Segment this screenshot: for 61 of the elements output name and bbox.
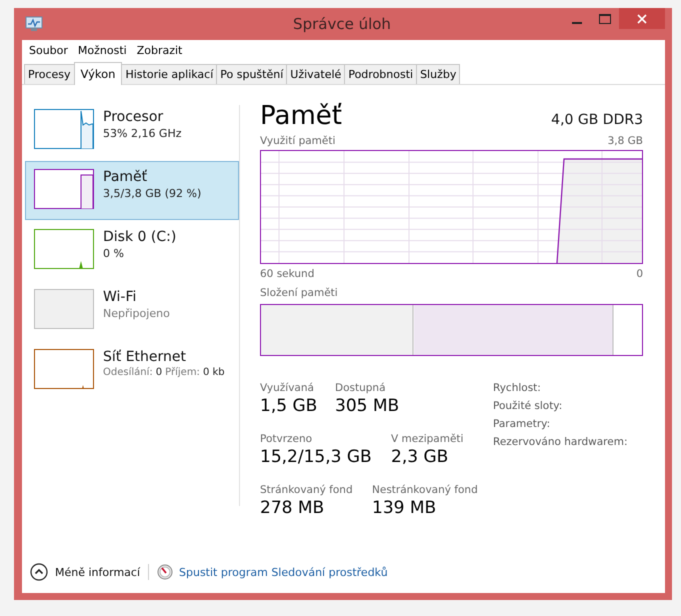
item-value: 0 kb xyxy=(202,367,225,378)
item-label: Příjem: xyxy=(165,367,200,378)
graph-label: Složení paměti xyxy=(260,287,338,301)
sidebar-item[interactable]: Síť Ethernet Odesílání: 0 Příjem: 0 kb xyxy=(25,341,239,400)
stat-value: 305 MB xyxy=(335,396,400,416)
stat-value: 1,5 GB xyxy=(260,396,318,416)
stat-label: Využívaná xyxy=(260,382,315,394)
gauge-icon xyxy=(157,564,174,580)
stat-label: Potvrzeno xyxy=(260,433,314,445)
item-detail: 0 % xyxy=(103,247,125,260)
chevron-up-icon xyxy=(30,563,48,581)
menu-item[interactable]: Zobrazit xyxy=(132,44,188,56)
close-button[interactable] xyxy=(619,8,665,29)
sidebar-item[interactable]: Paměť 3,5/3,8 GB (92 %) xyxy=(25,161,239,220)
property-label: Rychlost: xyxy=(493,382,542,396)
stat-label: Nestránkovaný fond xyxy=(372,484,479,496)
sidebar-item[interactable]: Procesor 53% 2,16 GHz xyxy=(25,101,239,160)
item-detail: Nepřipojeno xyxy=(103,307,170,320)
item-detail: 3,5/3,8 GB (92 %) xyxy=(103,187,202,200)
fewer-details-button[interactable]: Méně informací xyxy=(30,563,140,581)
monitor-icon xyxy=(25,16,43,32)
time-label: 60 sekund xyxy=(260,268,314,282)
stat-label: Stránkovaný fond xyxy=(260,484,354,496)
item-name: Wi-Fi xyxy=(103,289,138,305)
tab[interactable]: Uživatelé xyxy=(286,64,346,84)
item-name: Paměť xyxy=(103,169,148,185)
resource-monitor-link[interactable]: Spustit program Sledování prostředků xyxy=(179,566,388,578)
tab[interactable]: Podrobnosti xyxy=(344,64,418,84)
tab[interactable]: Po spuštění xyxy=(216,64,288,84)
panel-title: Paměť xyxy=(260,101,342,131)
stat-label: V mezipaměti xyxy=(391,433,464,445)
graph-max: 3,8 GB xyxy=(608,135,643,149)
maximize-icon xyxy=(599,14,611,24)
item-value: 0 xyxy=(156,367,162,378)
stat-value: 2,3 GB xyxy=(391,447,450,467)
item-label: Odesílání: xyxy=(103,367,153,378)
sidebar-item[interactable]: Disk 0 (C:) 0 % xyxy=(25,221,239,280)
stat-label: Dostupná xyxy=(335,382,387,394)
graph-label: Využití paměti xyxy=(260,135,336,149)
property-label: Parametry: xyxy=(493,418,552,432)
menu-item[interactable]: Možnosti xyxy=(72,44,132,56)
property-label: Použité sloty: xyxy=(493,400,564,414)
menu-item[interactable]: Soubor xyxy=(24,44,73,56)
stat-value: 139 MB xyxy=(372,498,438,518)
tab[interactable]: Procesy xyxy=(24,64,75,84)
tab[interactable]: Služby xyxy=(416,64,460,84)
item-detail: 53% 2,16 GHz xyxy=(103,127,182,140)
memory-type: 4,0 GB DDR3 xyxy=(551,112,643,130)
minimize-icon xyxy=(572,22,582,24)
property-label: Rezervováno hardwarem: xyxy=(493,436,628,450)
time-label: 0 xyxy=(636,268,643,282)
tab[interactable]: Historie aplikací xyxy=(121,64,218,84)
item-name: Procesor xyxy=(103,109,164,125)
window-title: Správce úloh xyxy=(292,15,392,33)
item-name: Síť Ethernet xyxy=(103,349,188,365)
stat-value: 15,2/15,3 GB xyxy=(260,447,373,467)
item-name: Disk 0 (C:) xyxy=(103,229,176,245)
stat-value: 278 MB xyxy=(260,498,326,518)
tab[interactable]: Výkon xyxy=(74,62,122,85)
sidebar-item[interactable]: Wi-Fi Nepřipojeno xyxy=(25,281,239,340)
close-icon xyxy=(637,14,647,24)
